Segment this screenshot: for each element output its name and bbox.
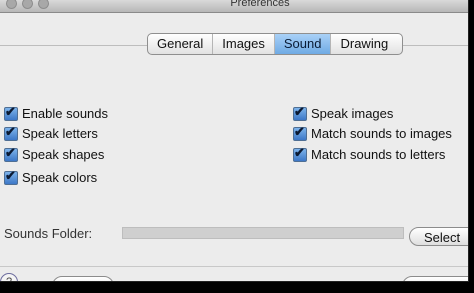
speak-colors-checkbox[interactable]: ✔ Speak colors [4, 168, 98, 185]
tab-general[interactable]: General [148, 34, 214, 54]
window-title: Preferences [230, 0, 290, 9]
checkbox-label: Match sounds to letters [311, 147, 446, 162]
checkbox-checked-icon: ✔ [293, 124, 307, 141]
tab-drawing[interactable]: Drawing [331, 34, 402, 54]
checkbox-label: Speak shapes [22, 147, 105, 162]
preferences-window: Preferences General Images Sound Drawing… [0, 0, 469, 282]
sounds-folder-label: Sounds Folder: [4, 226, 93, 241]
checkbox-label: Speak letters [22, 126, 98, 141]
sounds-folder-path-field[interactable] [122, 227, 404, 239]
help-icon[interactable]: ? [0, 273, 18, 281]
checkbox-checked-icon: ✔ [4, 145, 18, 162]
enable-sounds-checkbox[interactable]: ✔ Enable sounds [4, 104, 109, 121]
bottom-right-button[interactable] [402, 276, 468, 281]
bottom-left-button[interactable] [52, 276, 114, 281]
select-folder-button[interactable]: Select [409, 227, 468, 246]
checkbox-checked-icon: ✔ [4, 124, 18, 141]
checkbox-checked-icon: ✔ [293, 104, 307, 121]
tab-images[interactable]: Images [213, 34, 275, 54]
title-bar: Preferences [0, 0, 468, 13]
tab-sound[interactable]: Sound [274, 34, 332, 54]
bottom-separator [0, 266, 468, 267]
checkbox-label: Speak colors [22, 170, 98, 185]
tab-bar: General Images Sound Drawing [147, 33, 404, 55]
match-sounds-to-images-checkbox[interactable]: ✔ Match sounds to images [293, 124, 452, 141]
checkbox-label: Enable sounds [22, 106, 109, 121]
checkbox-label: Speak images [311, 106, 394, 121]
checkbox-checked-icon: ✔ [4, 104, 18, 121]
checkbox-checked-icon: ✔ [293, 145, 307, 162]
speak-images-checkbox[interactable]: ✔ Speak images [293, 104, 394, 121]
checkbox-label: Match sounds to images [311, 126, 452, 141]
speak-letters-checkbox[interactable]: ✔ Speak letters [4, 124, 98, 141]
match-sounds-to-letters-checkbox[interactable]: ✔ Match sounds to letters [293, 145, 446, 162]
speak-shapes-checkbox[interactable]: ✔ Speak shapes [4, 145, 105, 162]
checkbox-checked-icon: ✔ [4, 168, 18, 185]
